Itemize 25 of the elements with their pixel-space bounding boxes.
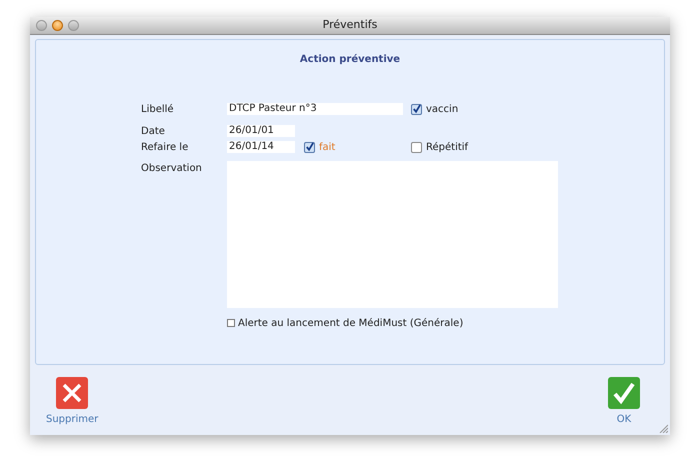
close-icon <box>56 377 88 409</box>
checkbox-label: fait <box>319 140 336 154</box>
input-field[interactable]: DTCP Pasteur n°3 <box>227 103 403 115</box>
resize-grip-icon[interactable] <box>658 423 668 433</box>
delete-button[interactable]: Supprimer <box>46 377 98 427</box>
date-field[interactable]: 26/01/14 <box>227 141 295 153</box>
checkbox-label: Répétitif <box>426 140 468 154</box>
checkmark-icon <box>608 377 640 409</box>
checkbox-label: Alerte au lancement de MédiMust (Générale) <box>238 316 464 330</box>
checkbox[interactable] <box>411 104 422 114</box>
checkbox[interactable] <box>227 319 235 327</box>
field-label: Refaire le <box>141 140 190 154</box>
field-label: Date <box>141 124 166 138</box>
checkbox[interactable] <box>411 142 422 152</box>
window-title: Préventifs <box>322 17 378 34</box>
field-label: Libellé <box>141 102 175 116</box>
zoom-button[interactable] <box>68 20 79 31</box>
ok-button[interactable]: OK <box>608 377 640 427</box>
panel-heading: Action préventive <box>298 53 402 67</box>
close-button[interactable] <box>36 20 47 31</box>
checkbox-label: vaccin <box>426 102 458 116</box>
field-label: Observation <box>141 162 203 176</box>
checkbox[interactable] <box>304 142 315 152</box>
date-field[interactable]: 26/01/01 <box>227 125 295 137</box>
minimize-button[interactable] <box>52 20 63 31</box>
